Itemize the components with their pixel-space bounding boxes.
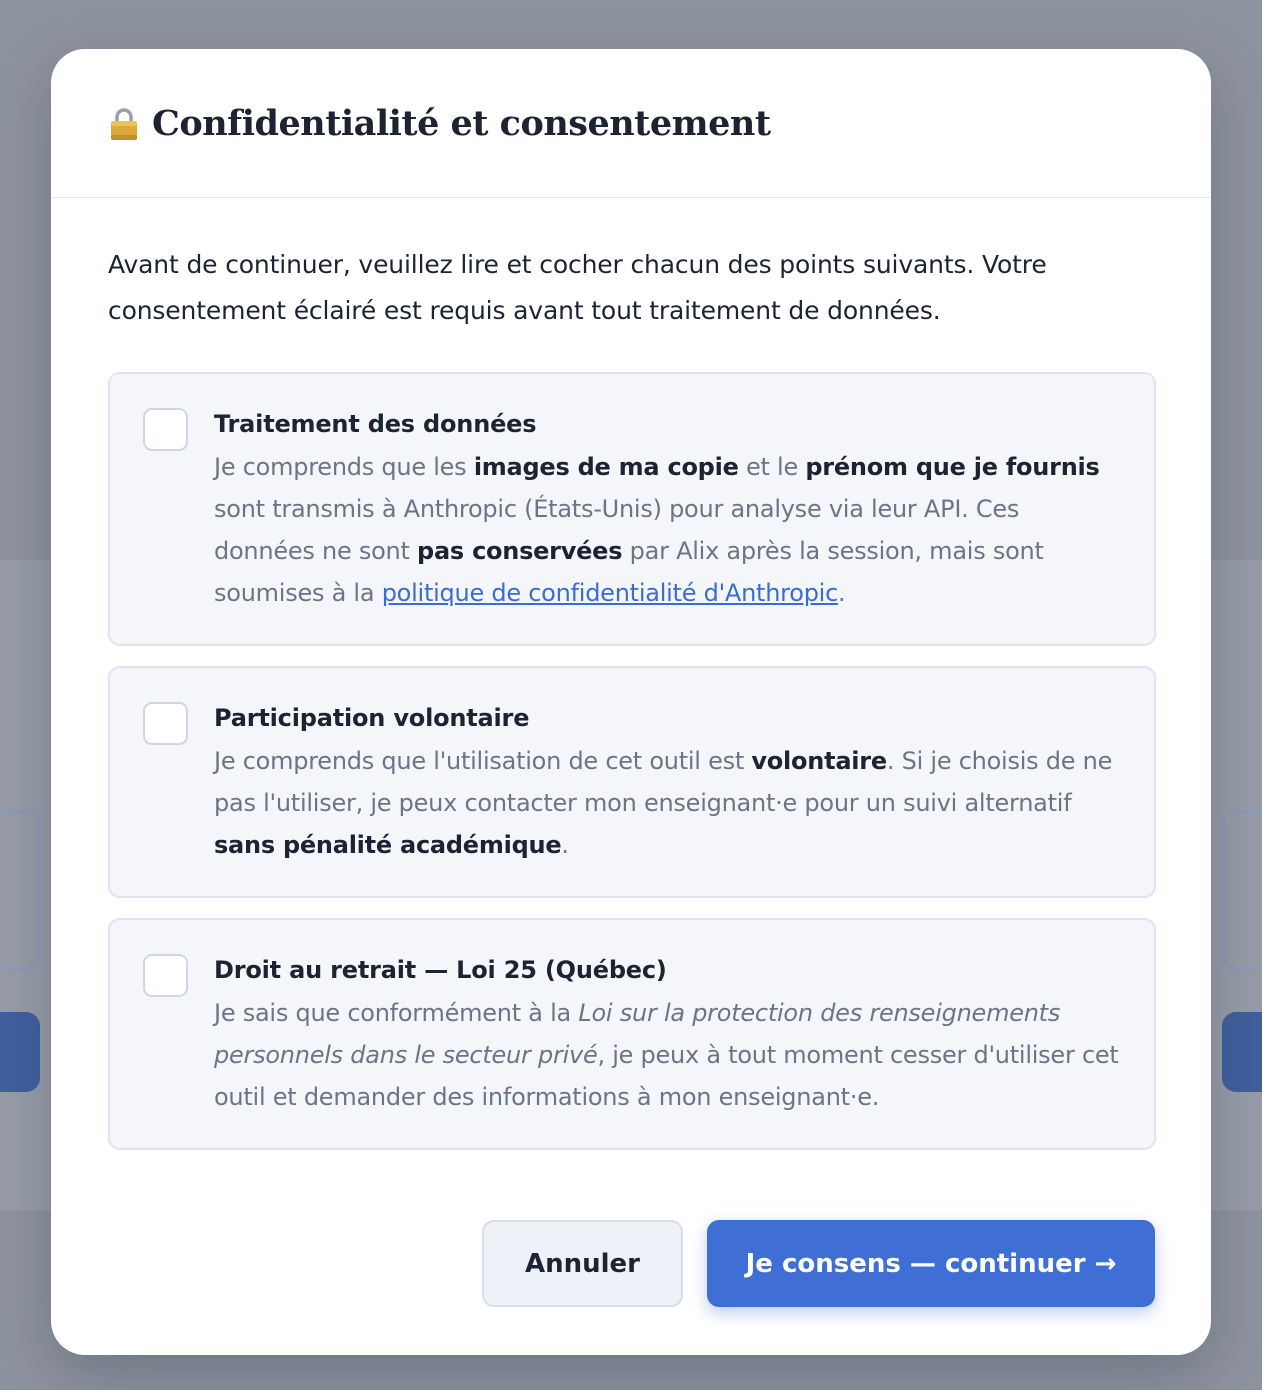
background-card	[0, 810, 40, 970]
consent-item-text: Je comprends que les images de ma copie …	[214, 453, 1100, 607]
lock-icon	[111, 108, 137, 140]
modal-header: Confidentialité et consentement	[51, 49, 1211, 198]
consent-item-text: Je comprends que l'utilisation de cet ou…	[214, 747, 1113, 859]
privacy-policy-link[interactable]: politique de confidentialité d'Anthropic	[382, 579, 839, 607]
consent-continue-button[interactable]: Je consens — continuer →	[707, 1220, 1155, 1307]
checkbox-withdrawal[interactable]	[143, 954, 188, 997]
consent-item-title: Traitement des données	[214, 410, 537, 438]
background-button	[1222, 1012, 1262, 1092]
checkbox-voluntary[interactable]	[143, 702, 188, 745]
consent-modal: Confidentialité et consentement Avant de…	[51, 49, 1211, 1355]
consent-item-title: Participation volontaire	[214, 704, 530, 732]
intro-text: Avant de continuer, veuillez lire et coc…	[108, 250, 1047, 325]
consent-item-withdrawal: Droit au retrait — Loi 25 (Québec) Je sa…	[108, 918, 1156, 1150]
consent-item-voluntary: Participation volontaire Je comprends qu…	[108, 666, 1156, 898]
modal-body: Avant de continuer, veuillez lire et coc…	[51, 198, 1211, 1150]
background-card	[1222, 810, 1262, 970]
consent-item-text: Je sais que conformément à la Loi sur la…	[214, 999, 1119, 1111]
background-button	[0, 1012, 40, 1092]
cancel-button[interactable]: Annuler	[482, 1220, 683, 1307]
modal-title: Confidentialité et consentement	[152, 102, 771, 144]
checkbox-data-processing[interactable]	[143, 408, 188, 451]
consent-item-title: Droit au retrait — Loi 25 (Québec)	[214, 956, 667, 984]
modal-footer: Annuler Je consens — continuer →	[482, 1220, 1155, 1307]
consent-item-data-processing: Traitement des données Je comprends que …	[108, 372, 1156, 646]
